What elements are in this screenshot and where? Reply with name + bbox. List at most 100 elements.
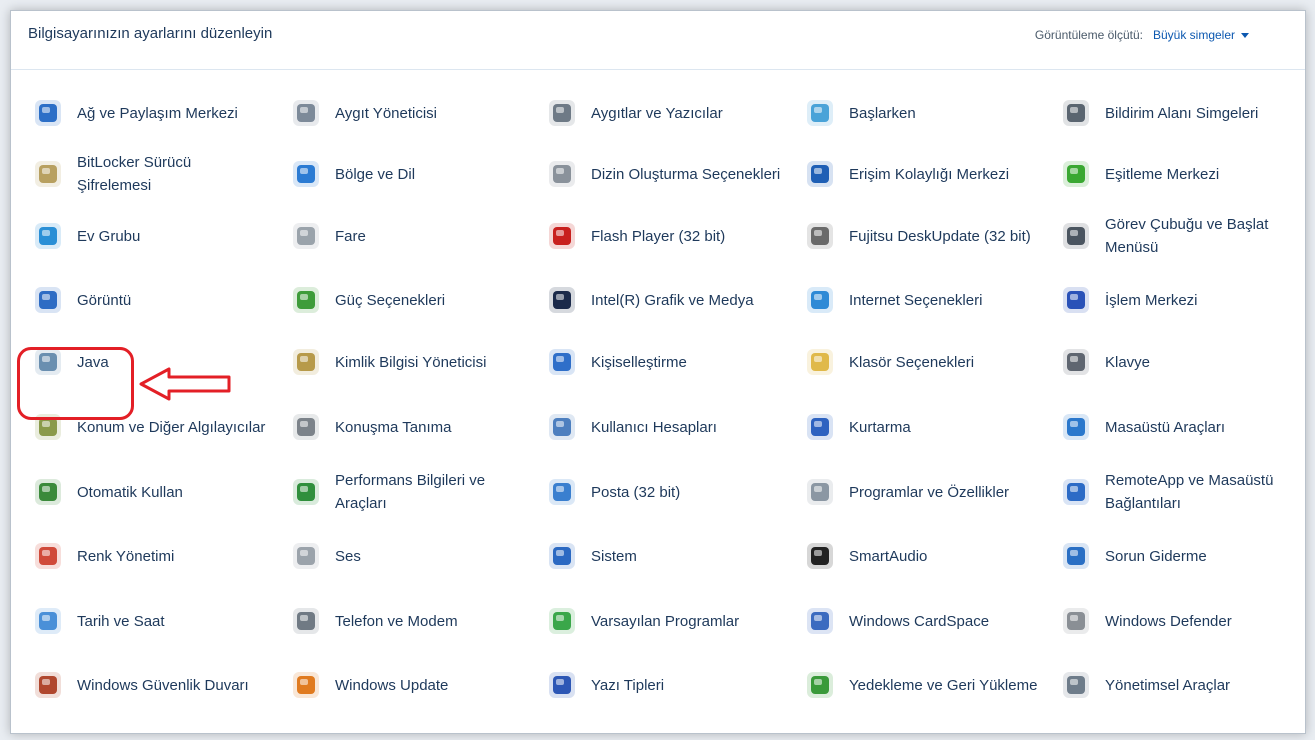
control-panel-item[interactable]: Sistem — [545, 526, 637, 586]
control-panel-item[interactable]: Flash Player (32 bit) — [545, 206, 725, 266]
view-by-value: Büyük simgeler — [1152, 28, 1235, 42]
taskbar-icon — [1059, 219, 1093, 253]
control-panel-item[interactable]: Ses — [289, 526, 361, 586]
credential-manager-icon — [289, 345, 323, 379]
control-panel-item-label: Fujitsu DeskUpdate (32 bit) — [849, 227, 1031, 245]
control-panel-item-label: Renk Yönetimi — [77, 547, 175, 565]
control-panel-item[interactable]: Masaüstü Araçları — [1059, 397, 1225, 457]
control-panel-item[interactable]: Klavye — [1059, 332, 1150, 392]
control-panel-item[interactable]: Bildirim Alanı Simgeleri — [1059, 83, 1258, 143]
control-panel-item[interactable]: Programlar ve Özellikler — [803, 462, 1009, 522]
control-panel-item-label: Aygıtlar ve Yazıcılar — [591, 104, 723, 122]
control-panel-item[interactable]: Telefon ve Modem — [289, 591, 458, 651]
control-panel-item[interactable]: BitLocker Sürücü Şifrelemesi — [31, 144, 267, 204]
autoplay-icon — [31, 475, 65, 509]
view-by-dropdown[interactable]: Büyük simgeler — [1153, 28, 1249, 42]
control-panel-item[interactable]: Aygıt Yöneticisi — [289, 83, 437, 143]
mail-icon — [545, 475, 579, 509]
control-panel-header: Bilgisayarınızın ayarlarını düzenleyin G… — [11, 11, 1305, 70]
control-panel-item[interactable]: Sorun Giderme — [1059, 526, 1207, 586]
control-panel-item[interactable]: Yedekleme ve Geri Yükleme — [803, 655, 1037, 715]
control-panel-item[interactable]: Fare — [289, 206, 366, 266]
control-panel-item[interactable]: SmartAudio — [803, 526, 927, 586]
control-panel-item[interactable]: Windows Güvenlik Duvarı — [31, 655, 249, 715]
control-panel-item[interactable]: Klasör Seçenekleri — [803, 332, 974, 392]
control-panel-item[interactable]: Performans Bilgileri ve Araçları — [289, 462, 525, 522]
keyboard-icon — [1059, 345, 1093, 379]
control-panel-item[interactable]: Erişim Kolaylığı Merkezi — [803, 144, 1009, 204]
control-panel-item[interactable]: İşlem Merkezi — [1059, 270, 1198, 330]
system-icon — [545, 539, 579, 573]
control-panel-item-label: Sorun Giderme — [1105, 547, 1207, 565]
control-panel-item-label: Bildirim Alanı Simgeleri — [1105, 104, 1259, 122]
cardspace-icon — [803, 604, 837, 638]
control-panel-item-label: Erişim Kolaylığı Merkezi — [849, 165, 1010, 183]
control-panel-item[interactable]: Güç Seçenekleri — [289, 270, 445, 330]
control-panel-item-label: Kişiselleştirme — [591, 353, 687, 371]
microphone-icon — [289, 410, 323, 444]
control-panel-item-label: Telefon ve Modem — [335, 612, 458, 630]
display-icon — [31, 283, 65, 317]
control-panel-item-label: Windows Defender — [1105, 612, 1232, 630]
control-panel-item[interactable]: Renk Yönetimi — [31, 526, 174, 586]
network-icon — [31, 96, 65, 130]
control-panel-item[interactable]: Posta (32 bit) — [545, 462, 680, 522]
backup-restore-icon — [803, 668, 837, 702]
control-panel-item-label: BitLocker Sürücü Şifrelemesi — [77, 154, 192, 194]
control-panel-item[interactable]: Kurtarma — [803, 397, 911, 457]
control-panel-item[interactable]: Konuşma Tanıma — [289, 397, 451, 457]
control-panel-item[interactable]: Dizin Oluşturma Seçenekleri — [545, 144, 780, 204]
control-panel-item-label: Klavye — [1105, 353, 1151, 371]
control-panel-item[interactable]: Ağ ve Paylaşım Merkezi — [31, 83, 238, 143]
control-panel-item[interactable]: Varsayılan Programlar — [545, 591, 739, 651]
control-panel-item[interactable]: RemoteApp ve Masaüstü Bağlantıları — [1059, 462, 1295, 522]
view-by-label: Görüntüleme ölçütü: — [1034, 28, 1143, 42]
control-panel-item-label: Performans Bilgileri ve Araçları — [335, 472, 486, 512]
page-title: Bilgisayarınızın ayarlarını düzenleyin — [28, 25, 273, 42]
control-panel-item[interactable]: Tarih ve Saat — [31, 591, 165, 651]
control-panel-item-label: Güç Seçenekleri — [335, 291, 446, 309]
intel-graphics-icon — [545, 283, 579, 317]
control-panel-item[interactable]: Intel(R) Grafik ve Medya — [545, 270, 754, 330]
internet-options-icon — [803, 283, 837, 317]
control-panel-item[interactable]: Bölge ve Dil — [289, 144, 415, 204]
control-panel-item-label: Intel(R) Grafik ve Medya — [591, 291, 754, 309]
control-panel-item[interactable]: Windows Update — [289, 655, 448, 715]
control-panel-item-label: Eşitleme Merkezi — [1105, 165, 1220, 183]
getting-started-icon — [803, 96, 837, 130]
control-panel-item[interactable]: Yönetimsel Araçlar — [1059, 655, 1230, 715]
control-panel-item-label: Posta (32 bit) — [591, 483, 681, 501]
control-panel-item[interactable]: Aygıtlar ve Yazıcılar — [545, 83, 723, 143]
device-manager-icon — [289, 96, 323, 130]
control-panel-item[interactable]: Ev Grubu — [31, 206, 140, 266]
control-panel-item[interactable]: Eşitleme Merkezi — [1059, 144, 1219, 204]
control-panel-item[interactable]: Otomatik Kullan — [31, 462, 183, 522]
ease-of-access-icon — [803, 157, 837, 191]
control-panel-item-label: Görüntü — [77, 291, 132, 309]
control-panel-item-label: Görev Çubuğu ve Başlat Menüsü — [1105, 216, 1269, 256]
control-panel-item[interactable]: Görev Çubuğu ve Başlat Menüsü — [1059, 206, 1295, 266]
troubleshooting-icon — [1059, 539, 1093, 573]
control-panel-item[interactable]: Kimlik Bilgisi Yöneticisi — [289, 332, 486, 392]
control-panel-item-label: Varsayılan Programlar — [591, 612, 740, 630]
control-panel-item[interactable]: Kullanıcı Hesapları — [545, 397, 717, 457]
flash-icon — [545, 219, 579, 253]
control-panel-item-label: Klasör Seçenekleri — [849, 353, 975, 371]
control-panel-item[interactable]: Windows Defender — [1059, 591, 1232, 651]
red-arrow-annotation — [139, 367, 231, 401]
control-panel-item[interactable]: Yazı Tipleri — [545, 655, 664, 715]
control-panel-item[interactable]: Görüntü — [31, 270, 131, 330]
control-panel-item[interactable]: Windows CardSpace — [803, 591, 989, 651]
globe-clock-icon — [289, 157, 323, 191]
control-panel-item[interactable]: Internet Seçenekleri — [803, 270, 982, 330]
homegroup-icon — [31, 219, 65, 253]
fonts-icon — [545, 668, 579, 702]
control-panel-item-label: Sistem — [591, 547, 637, 565]
control-panel-item-label: Yedekleme ve Geri Yükleme — [849, 676, 1038, 694]
control-panel-item[interactable]: Başlarken — [803, 83, 916, 143]
control-panel-item[interactable]: Kişiselleştirme — [545, 332, 687, 392]
control-panel-item-label: Aygıt Yöneticisi — [335, 104, 438, 122]
printer-icon — [545, 96, 579, 130]
control-panel-item[interactable]: Fujitsu DeskUpdate (32 bit) — [803, 206, 1031, 266]
control-panel-item-label: Dizin Oluşturma Seçenekleri — [591, 165, 781, 183]
